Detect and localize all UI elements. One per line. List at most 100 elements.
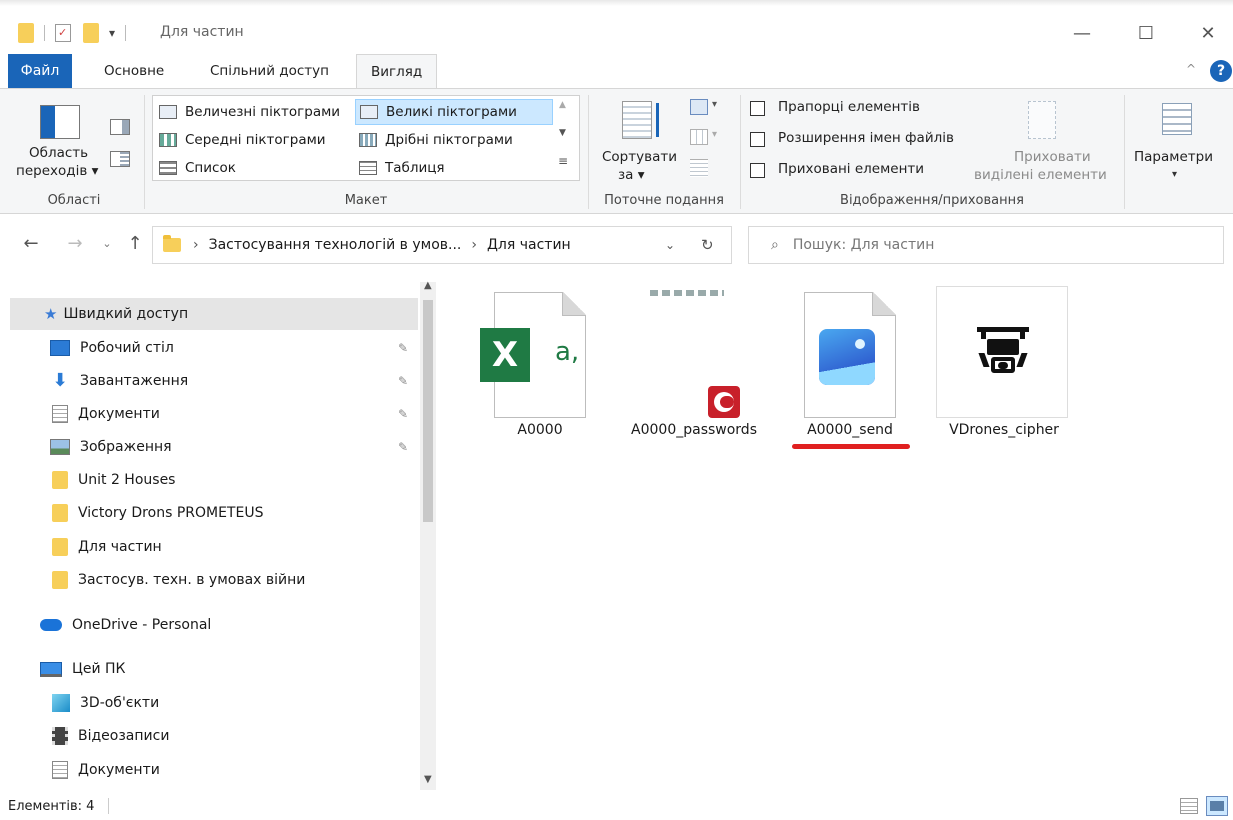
pin-icon[interactable]: ✎	[398, 374, 408, 388]
pictures-icon	[50, 439, 70, 455]
nav-item-label: Застосув. техн. в умовах війни	[78, 572, 306, 588]
file-item[interactable]: A0000_passwords	[624, 286, 764, 446]
hide-selected-icon	[1028, 101, 1056, 139]
folder-icon	[18, 23, 34, 43]
new-folder-icon[interactable]	[83, 23, 99, 43]
red-underline-annotation	[792, 444, 910, 449]
medium-icons-icon	[159, 133, 177, 147]
gallery-scroll-up[interactable]: ▲	[559, 100, 566, 110]
collapse-ribbon-icon[interactable]: ^	[1186, 62, 1196, 76]
pin-icon[interactable]: ✎	[398, 341, 408, 355]
layout-gallery: Величезні піктограми Великі піктограми С…	[152, 95, 580, 181]
file-item[interactable]: a, X A0000	[470, 286, 610, 446]
options-button[interactable]: Параметри ▾	[1130, 97, 1226, 191]
nav-this-pc[interactable]: Цей ПК	[10, 653, 418, 685]
nav-3d-objects[interactable]: 3D-об'єкти	[10, 687, 418, 719]
recent-locations-button[interactable]: ⌄	[94, 230, 120, 256]
hide-selected-button[interactable]: Приховати виділені елементи	[972, 97, 1116, 191]
details-icon	[359, 161, 377, 175]
large-icons-view-icon[interactable]	[1206, 796, 1228, 816]
download-icon: ⬇	[52, 370, 68, 391]
layout-details[interactable]: Таблиця	[355, 155, 553, 181]
quick-access-toolbar: ✓ ▾	[18, 20, 127, 46]
nav-quick-access[interactable]: ★ Швидкий доступ	[10, 298, 418, 330]
tab-file[interactable]: Файл	[8, 54, 72, 88]
hidden-items-label: Приховані елементи	[778, 161, 925, 177]
nav-item-label: Швидкий доступ	[63, 306, 189, 322]
scroll-down-icon[interactable]: ▼	[424, 774, 432, 785]
nav-item-label: Документи	[78, 406, 160, 422]
help-icon[interactable]: ?	[1210, 60, 1232, 82]
nav-documents[interactable]: Документи ✎	[10, 398, 418, 430]
group-by-icon[interactable]	[690, 99, 708, 115]
layout-extra-large-icons[interactable]: Величезні піктограми	[155, 99, 355, 125]
nav-folder-unit2[interactable]: Unit 2 Houses	[10, 464, 418, 496]
pin-icon[interactable]: ✎	[398, 407, 408, 421]
nav-desktop[interactable]: Робочий стіл ✎	[10, 332, 418, 364]
group-by-dropdown-icon[interactable]: ▾	[712, 99, 717, 110]
refresh-icon[interactable]: ↻	[701, 236, 714, 254]
layout-large-icons[interactable]: Великі піктограми	[355, 99, 553, 125]
details-view-icon[interactable]	[1180, 798, 1198, 814]
search-box[interactable]: ⌕ Пошук: Для частин	[748, 226, 1224, 264]
nav-scrollbar-thumb[interactable]	[423, 300, 433, 522]
scroll-up-icon[interactable]: ▲	[424, 280, 432, 291]
file-item[interactable]: VDrones_cipher	[934, 286, 1074, 446]
nav-folder-victory[interactable]: Victory Drons PROMETEUS	[10, 497, 418, 529]
up-button[interactable]: ↑	[122, 230, 148, 256]
layout-list[interactable]: Список	[155, 155, 355, 181]
nav-item-label: Unit 2 Houses	[78, 472, 176, 488]
desktop-icon	[50, 340, 70, 356]
maximize-button[interactable]: ☐	[1126, 18, 1166, 48]
layout-small-icons[interactable]: Дрібні піктограми	[355, 127, 553, 153]
nav-folder-zastosuv[interactable]: Застосув. техн. в умовах війни	[10, 564, 418, 596]
customize-qa-icon[interactable]: ▾	[109, 26, 115, 40]
group-label-panes: Області	[47, 193, 101, 208]
close-button[interactable]: ✕	[1188, 18, 1228, 48]
breadcrumb-item[interactable]: Застосування технологій в умов...	[209, 237, 462, 253]
encrypted-file-icon	[708, 386, 740, 418]
gallery-scroll-down[interactable]: ▼	[559, 128, 566, 138]
sort-label-2: за ▾	[618, 167, 645, 183]
nav-downloads[interactable]: ⬇ Завантаження ✎	[10, 365, 418, 397]
nav-pc-documents[interactable]: Документи	[10, 754, 418, 786]
broken-thumbnail-icon	[650, 290, 724, 296]
fit-columns-icon[interactable]	[690, 159, 708, 177]
drone-thumbnail	[936, 286, 1068, 418]
minimize-button[interactable]: —	[1062, 18, 1102, 48]
address-bar[interactable]: › Застосування технологій в умов... › Дл…	[152, 226, 732, 264]
sort-arrow-icon	[656, 103, 659, 137]
back-button[interactable]: ←	[18, 230, 44, 256]
sort-by-button[interactable]: Сортувати за ▾	[598, 97, 682, 189]
add-columns-dropdown-icon[interactable]: ▾	[712, 129, 717, 140]
address-dropdown-icon[interactable]: ⌄	[665, 238, 675, 252]
gallery-more[interactable]: ≡	[558, 154, 568, 168]
file-extensions-checkbox[interactable]	[750, 132, 765, 147]
details-pane-icon[interactable]	[110, 151, 130, 167]
pin-icon[interactable]: ✎	[398, 440, 408, 454]
nav-videos[interactable]: Відеозаписи	[10, 720, 418, 752]
layout-medium-icons[interactable]: Середні піктограми	[155, 127, 355, 153]
tab-view[interactable]: Вигляд	[356, 54, 438, 88]
nav-folder-dlya-chastyn[interactable]: Для частин	[10, 531, 418, 563]
hidden-items-checkbox[interactable]	[750, 163, 765, 178]
item-checkboxes-checkbox[interactable]	[750, 101, 765, 116]
star-icon: ★	[44, 305, 58, 323]
breadcrumb-item[interactable]: Для частин	[487, 237, 571, 253]
nav-item-label: Цей ПК	[72, 661, 126, 677]
group-separator	[144, 95, 145, 209]
status-bar: Елементів: 4	[0, 792, 1233, 820]
navigation-pane-button[interactable]: Область переходів ▾	[10, 95, 100, 187]
add-columns-icon[interactable]	[690, 129, 708, 145]
forward-button[interactable]: →	[62, 230, 88, 256]
folder-icon	[52, 471, 68, 489]
file-item[interactable]: A0000_send	[780, 286, 920, 456]
properties-icon[interactable]: ✓	[55, 24, 71, 42]
preview-pane-icon[interactable]	[110, 119, 130, 135]
title-bar-topline	[0, 0, 1233, 6]
nav-pictures[interactable]: Зображення ✎	[10, 431, 418, 463]
tab-home[interactable]: Основне	[90, 54, 178, 88]
layout-item-label: Великі піктограми	[386, 104, 517, 120]
tab-share[interactable]: Спільний доступ	[196, 54, 343, 88]
nav-onedrive[interactable]: OneDrive - Personal	[10, 609, 418, 641]
